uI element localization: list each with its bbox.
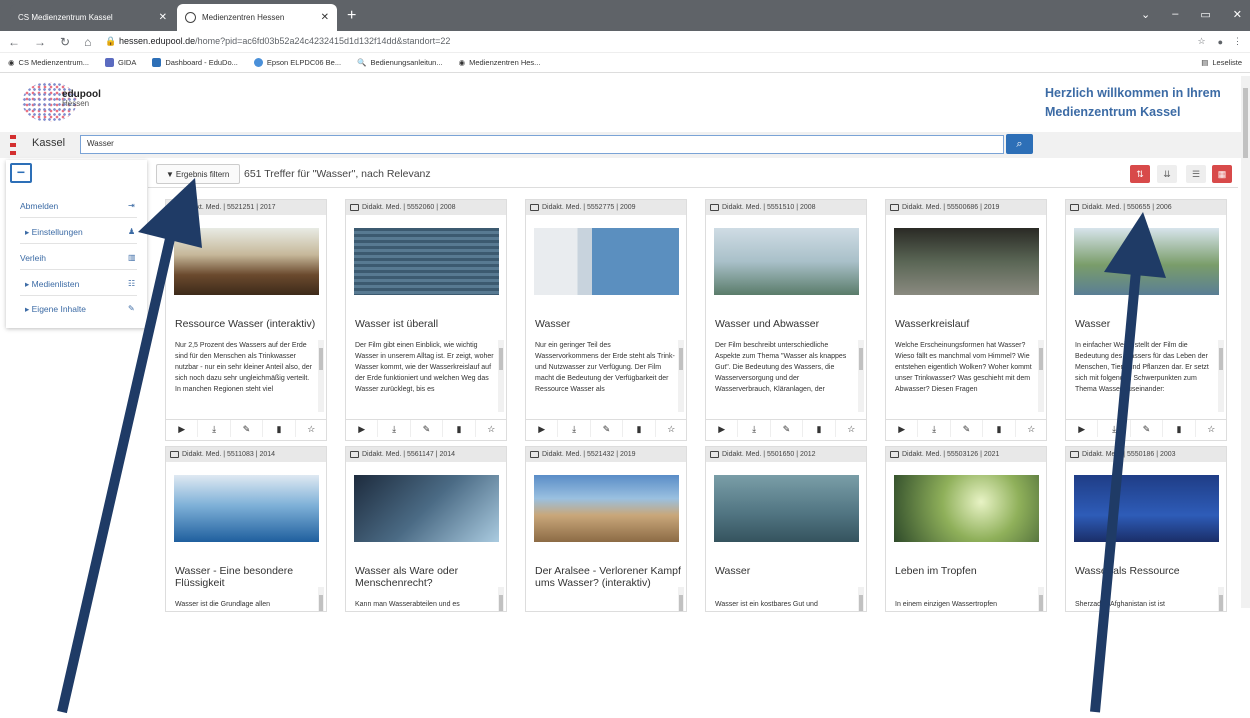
annotation-arrows: [57, 178, 1166, 714]
arrow-right: [1090, 212, 1166, 713]
arrow-left: [57, 178, 202, 714]
